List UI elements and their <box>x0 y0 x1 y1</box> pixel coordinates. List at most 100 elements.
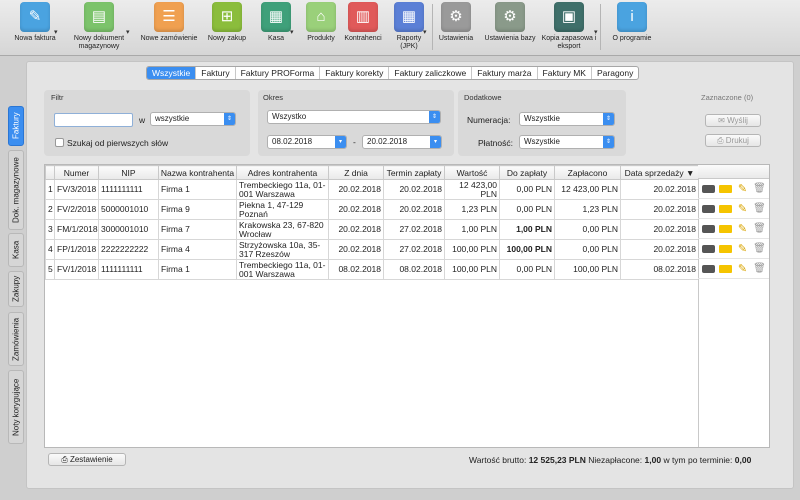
side-tab-4[interactable]: Zamówienia <box>8 312 24 366</box>
table-row[interactable]: 3 FM/1/2018 3000001010 Firma 7 Krakowska 23,… <box>45 219 699 240</box>
trash-icon[interactable]: 🗑 <box>753 263 766 274</box>
column-header-6[interactable]: Termin zapłaty <box>383 165 445 180</box>
dropdown-arrow-icon[interactable]: ▾ <box>594 28 598 36</box>
search-input[interactable] <box>54 113 133 127</box>
send-button[interactable]: ✉ Wyślij <box>705 114 761 127</box>
numbering-label: Numeracja: <box>467 115 511 125</box>
doc-tab-7[interactable]: Paragony <box>592 67 638 79</box>
printer-icon[interactable] <box>702 244 715 253</box>
cell-termin: 27.02.2018 <box>383 219 445 240</box>
table-row[interactable]: 1 FV/3/2018 1111111111 Firma 1 Trembeckiego … <box>45 179 699 200</box>
trash-icon[interactable]: 🗑 <box>753 203 766 214</box>
summary-button[interactable]: ⎙ Zestawienie <box>48 453 126 466</box>
printer-icon[interactable] <box>702 184 715 193</box>
cell-termin: 27.02.2018 <box>383 239 445 260</box>
toolbar-button-1[interactable]: ▤ Nowy dokument magazynowy <box>66 2 132 51</box>
actions-header <box>698 165 769 179</box>
dropdown-arrow-icon[interactable]: ▾ <box>423 28 427 36</box>
dropdown-arrow-icon[interactable]: ▾ <box>54 28 58 36</box>
date-to-select[interactable]: 20.02.2018 ▾ <box>362 135 442 149</box>
search-field-select[interactable]: wszystkie ⇕ <box>150 112 236 126</box>
column-header-5[interactable]: Z dnia <box>328 165 384 180</box>
trash-icon[interactable]: 🗑 <box>753 183 766 194</box>
print-button[interactable]: ⎙ Drukuj <box>705 134 761 147</box>
toolbar-button-7[interactable]: ▦ Raporty (JPK) <box>389 2 429 51</box>
printer-icon[interactable] <box>702 264 715 273</box>
cell-data: 20.02.2018 <box>620 219 699 240</box>
toolbar-button-5[interactable]: ⌂ Produkty <box>302 2 340 43</box>
toolbar-button-label: Kontrahenci <box>344 35 382 42</box>
cell-wartosc: 1,23 PLN <box>444 199 500 220</box>
cell-zaplacono: 0,00 PLN <box>554 239 621 260</box>
column-header-8[interactable]: Do zapłaty <box>499 165 555 180</box>
toolbar-button-label: Kopia zapasowa i eksport <box>541 35 597 50</box>
doc-tab-2[interactable]: Faktury PROForma <box>236 67 321 79</box>
toolbar-button-8[interactable]: ⚙ Ustawienia <box>436 2 476 43</box>
trash-icon[interactable]: 🗑 <box>753 243 766 254</box>
toolbar-button-6[interactable]: ▥ Kontrahenci <box>340 2 386 43</box>
doc-tab-1[interactable]: Faktury <box>196 67 236 79</box>
column-header-4[interactable]: Adres kontrahenta <box>236 165 329 180</box>
cell-data: 20.02.2018 <box>620 199 699 220</box>
doc-tab-0[interactable]: Wszystkie <box>147 67 197 79</box>
cell-dozaplaty: 0,00 PLN <box>499 179 555 200</box>
toolbar-button-3[interactable]: ⊞ Nowy zakup <box>202 2 252 43</box>
envelope-icon[interactable] <box>719 184 732 193</box>
numbering-select[interactable]: Wszystkie ⇕ <box>519 112 615 126</box>
cell-adres: Trembeckiego 11a, 01-001 Warszawa <box>236 179 329 200</box>
row-actions: ✎ 🗑 <box>698 259 769 279</box>
trash-icon[interactable]: 🗑 <box>753 223 766 234</box>
toolbar-button-10[interactable]: ▣ Kopia zapasowa i eksport <box>538 2 600 51</box>
cell-zdnia: 08.02.2018 <box>328 259 384 280</box>
side-tab-5[interactable]: Noty korygujące <box>8 370 24 444</box>
column-header-3[interactable]: Nazwa kontrahenta <box>158 165 237 180</box>
side-tab-2[interactable]: Kasa <box>8 233 24 267</box>
printer-icon[interactable] <box>702 224 715 233</box>
first-words-checkbox[interactable] <box>55 138 64 147</box>
totals-summary: Wartość brutto: 12 525,23 PLN Niezapłaco… <box>469 455 751 465</box>
settings-icon: ⚙ <box>441 2 471 32</box>
side-tab-0[interactable]: Faktury <box>8 106 24 146</box>
column-header-9[interactable]: Zapłacono <box>554 165 621 180</box>
toolbar-button-0[interactable]: ✎ Nowa faktura <box>10 2 60 43</box>
pencil-icon[interactable]: ✎ <box>736 243 749 254</box>
side-tab-1[interactable]: Dok. magazynowe <box>8 150 24 230</box>
unpaid-label: Niezapłacone: <box>588 455 643 465</box>
pencil-icon[interactable]: ✎ <box>736 223 749 234</box>
additional-title: Dodatkowe <box>464 93 502 102</box>
table-row[interactable]: 5 FV/1/2018 1111111111 Firma 1 Trembeckiego … <box>45 259 699 280</box>
envelope-icon[interactable] <box>719 264 732 273</box>
table-row[interactable]: 4 FP/1/2018 2222222222 Firma 4 Strzyżowska 1… <box>45 239 699 260</box>
cell-nip: 3000001010 <box>98 219 159 240</box>
pencil-icon[interactable]: ✎ <box>736 203 749 214</box>
printer-icon[interactable] <box>702 204 715 213</box>
envelope-icon[interactable] <box>719 244 732 253</box>
column-header-0[interactable] <box>45 165 55 180</box>
dropdown-arrow-icon[interactable]: ▾ <box>126 28 130 36</box>
pencil-icon[interactable]: ✎ <box>736 183 749 194</box>
doc-tab-3[interactable]: Faktury korekty <box>320 67 390 79</box>
column-header-1[interactable]: Numer <box>54 165 99 180</box>
dropdown-arrow-icon[interactable]: ▾ <box>290 28 294 36</box>
side-tab-3[interactable]: Zakupy <box>8 271 24 307</box>
doc-tab-5[interactable]: Faktury marża <box>472 67 538 79</box>
doc-tab-6[interactable]: Faktury MK <box>538 67 592 79</box>
column-header-10[interactable]: Data sprzedaży ▼ <box>620 165 699 180</box>
toolbar-button-4[interactable]: ▦ Kasa <box>256 2 296 43</box>
cell-idx: 3 <box>45 219 55 240</box>
date-from-select[interactable]: 08.02.2018 ▾ <box>267 135 347 149</box>
table-row[interactable]: 2 FV/2/2018 5000001010 Firma 9 Piekna 1, 47-… <box>45 199 699 220</box>
column-header-2[interactable]: NIP <box>98 165 159 180</box>
envelope-icon[interactable] <box>719 224 732 233</box>
pencil-icon[interactable]: ✎ <box>736 263 749 274</box>
payment-select[interactable]: Wszystkie ⇕ <box>519 135 615 149</box>
period-range-select[interactable]: Wszystko ⇕ <box>267 110 441 124</box>
chevron-down-icon: ▾ <box>335 136 346 148</box>
toolbar-button-11[interactable]: i O programie <box>607 2 657 43</box>
envelope-icon[interactable] <box>719 204 732 213</box>
toolbar-button-2[interactable]: ☰ Nowe zamówienie <box>140 2 198 43</box>
row-actions-column: ✎ 🗑 ✎ 🗑 ✎ 🗑 ✎ 🗑 ✎ 🗑 <box>698 165 769 279</box>
column-header-7[interactable]: Wartość <box>444 165 500 180</box>
toolbar-button-9[interactable]: ⚙ Ustawienia bazy <box>482 2 538 43</box>
doc-tab-4[interactable]: Faktury zaliczkowe <box>389 67 473 79</box>
